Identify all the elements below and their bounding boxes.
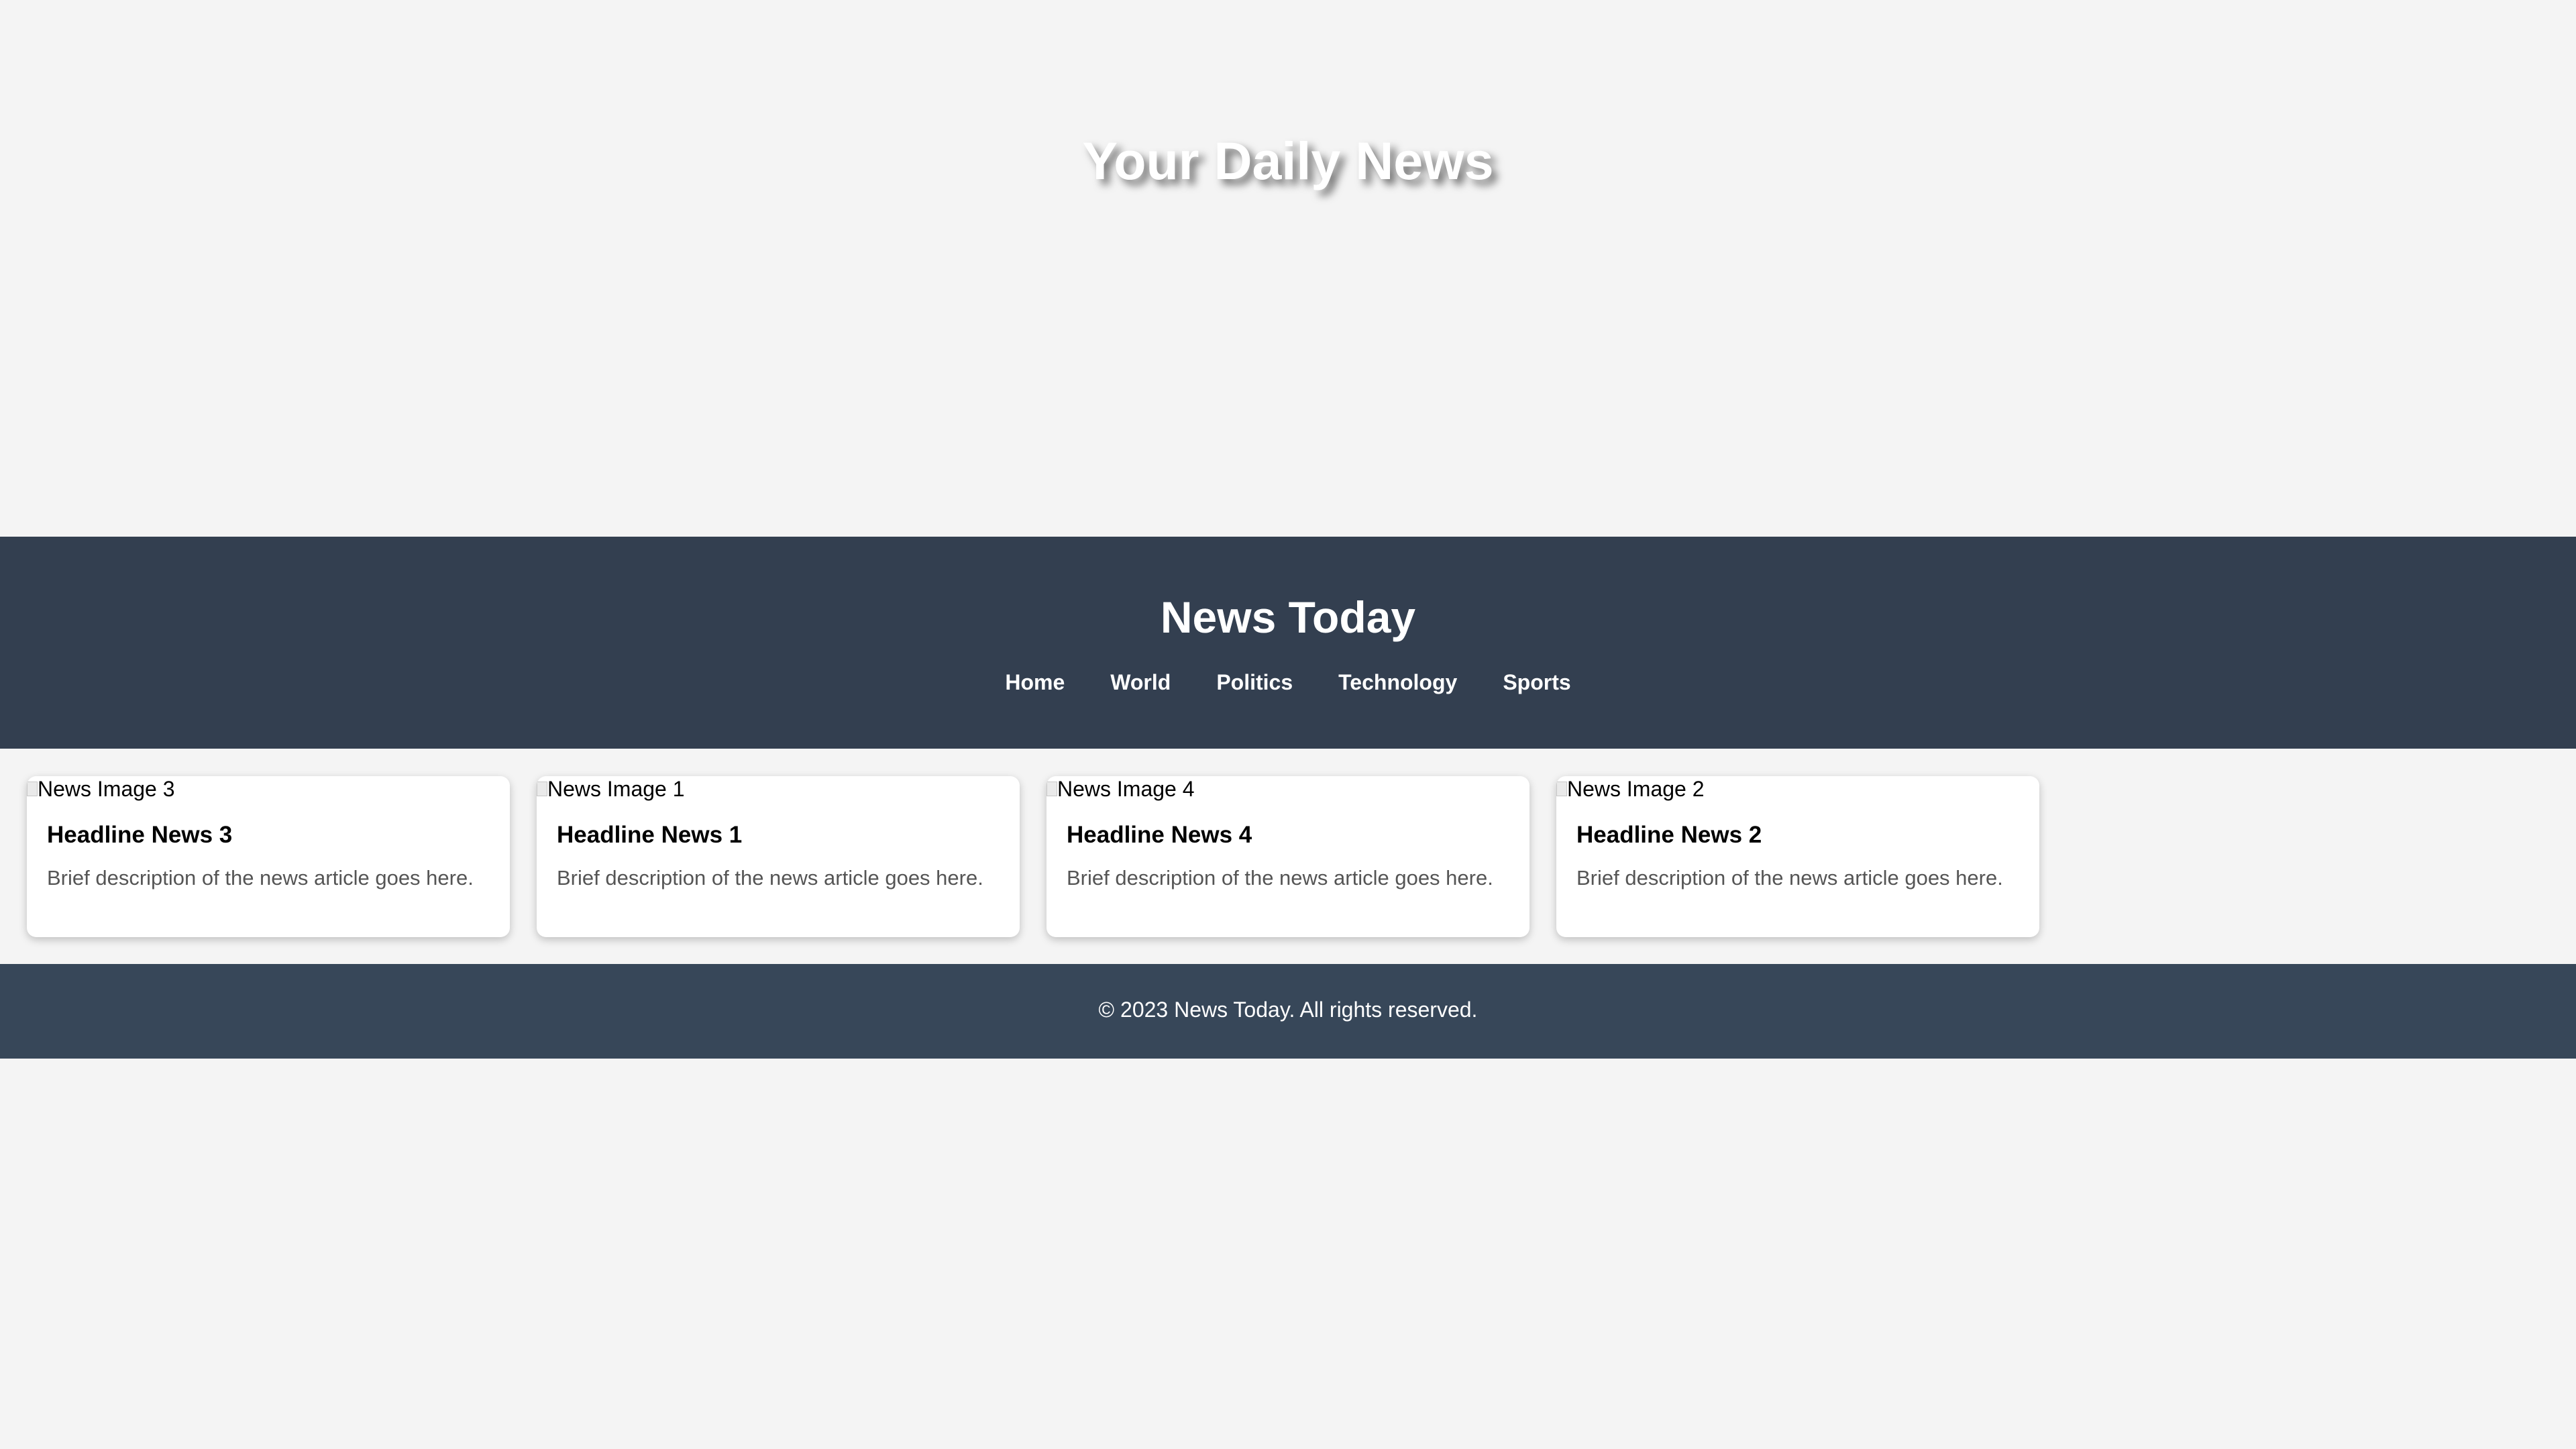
hero-banner: Your Daily News xyxy=(0,0,2576,537)
broken-image-icon xyxy=(537,782,547,796)
article-image-alt: News Image 4 xyxy=(1057,777,1195,801)
article-description: Brief description of the news article go… xyxy=(1067,866,1493,890)
broken-image-icon xyxy=(27,782,38,796)
article-image-alt: News Image 2 xyxy=(1567,777,1705,801)
nav-item-home[interactable]: Home xyxy=(1005,667,1065,697)
article-image: News Image 3 xyxy=(27,776,510,802)
article-card[interactable]: News Image 1 Headline News 1 Brief descr… xyxy=(537,776,1020,937)
article-image-alt: News Image 3 xyxy=(38,777,175,801)
main-nav: Home World Politics Technology Sports xyxy=(0,667,2576,697)
broken-image-icon xyxy=(1046,782,1057,796)
article-card[interactable]: News Image 3 Headline News 3 Brief descr… xyxy=(27,776,510,937)
site-header: News Today Home World Politics Technolog… xyxy=(0,537,2576,749)
article-card[interactable]: News Image 2 Headline News 2 Brief descr… xyxy=(1556,776,2039,937)
nav-item-technology[interactable]: Technology xyxy=(1338,667,1457,697)
article-image: News Image 2 xyxy=(1556,776,2039,802)
nav-item-world[interactable]: World xyxy=(1110,667,1171,697)
article-headline[interactable]: Headline News 4 xyxy=(1067,820,1529,850)
article-list: News Image 3 Headline News 3 Brief descr… xyxy=(27,776,2039,937)
nav-item-sports[interactable]: Sports xyxy=(1503,667,1570,697)
broken-image-icon xyxy=(1556,782,1567,796)
article-headline[interactable]: Headline News 1 xyxy=(557,820,1020,850)
article-image: News Image 4 xyxy=(1046,776,1529,802)
article-description: Brief description of the news article go… xyxy=(47,866,474,890)
article-headline[interactable]: Headline News 3 xyxy=(47,820,510,850)
article-headline[interactable]: Headline News 2 xyxy=(1576,820,2039,850)
article-card[interactable]: News Image 4 Headline News 4 Brief descr… xyxy=(1046,776,1529,937)
article-description: Brief description of the news article go… xyxy=(1576,866,2003,890)
article-image-alt: News Image 1 xyxy=(547,777,685,801)
hero-title: Your Daily News xyxy=(1082,131,1494,191)
article-image: News Image 1 xyxy=(537,776,1020,802)
footer-copyright: © 2023 News Today. All rights reserved. xyxy=(1098,998,1478,1022)
nav-item-politics[interactable]: Politics xyxy=(1216,667,1293,697)
article-description: Brief description of the news article go… xyxy=(557,866,983,890)
site-title: News Today xyxy=(1160,592,1416,642)
site-footer: © 2023 News Today. All rights reserved. xyxy=(0,964,2576,1059)
